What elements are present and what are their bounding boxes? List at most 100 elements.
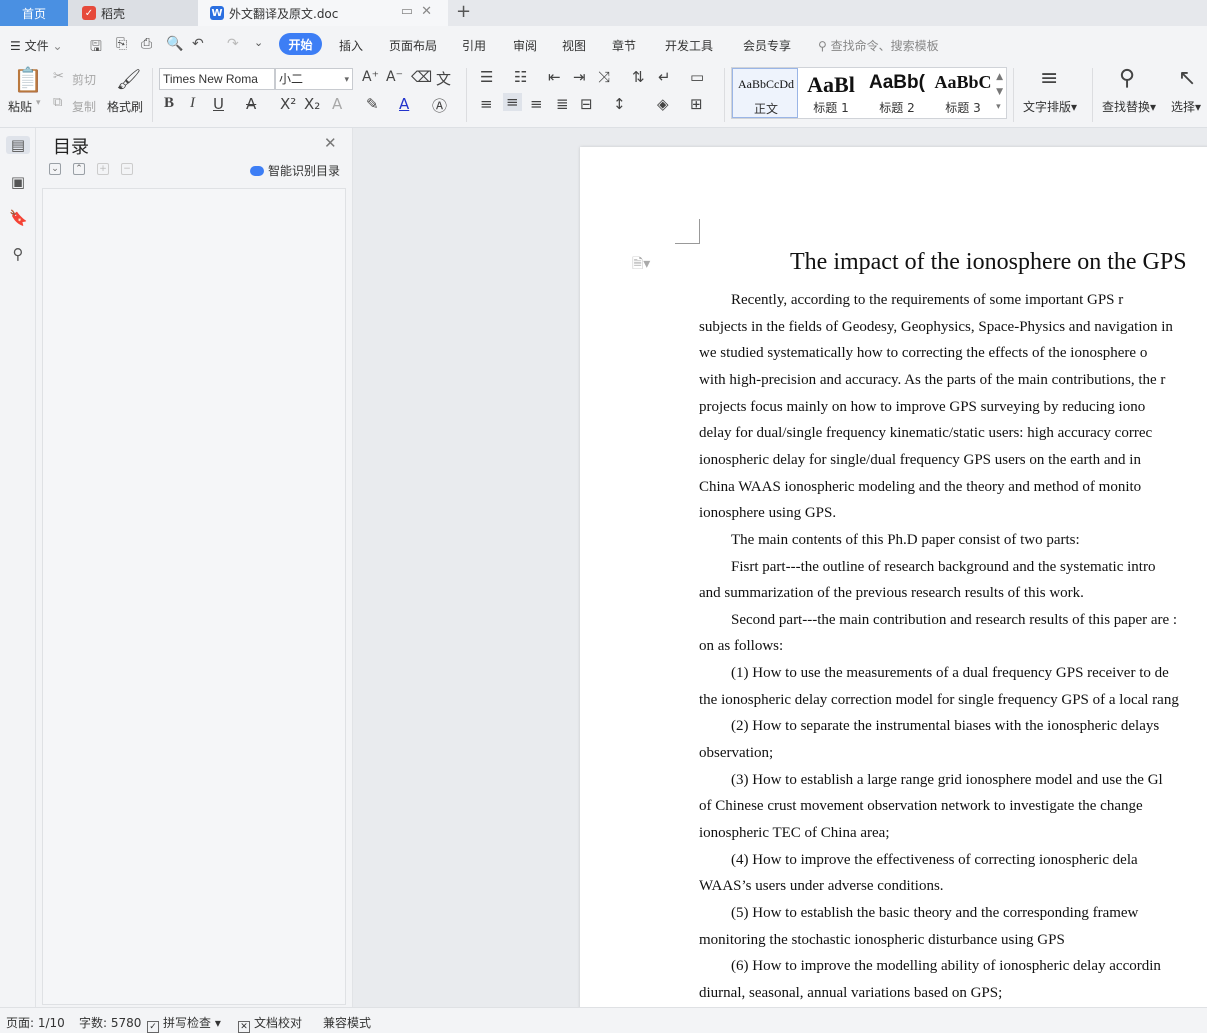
copy-button[interactable]: 复制 [72, 98, 96, 115]
document-line[interactable]: (6) How to improve the modelling ability… [731, 958, 1161, 975]
save-icon[interactable]: 🖫 [90, 36, 102, 60]
add-heading-icon[interactable]: + [97, 163, 109, 175]
print-preview-icon[interactable]: 🔍 [166, 36, 183, 52]
shrink-font-icon[interactable]: A⁻ [386, 69, 403, 85]
doc-proofread-button[interactable]: ✕ 文档校对 [238, 1014, 302, 1033]
document-line[interactable]: WAAS’s users under adverse conditions. [699, 878, 944, 895]
align-right-icon[interactable]: ≡ [530, 95, 543, 113]
font-size-select[interactable]: 小二 ▾ [275, 68, 353, 90]
bookmark-icon[interactable]: 🔖 [9, 209, 28, 227]
document-line[interactable]: observation; [699, 745, 773, 762]
shading-icon[interactable]: ◈ [657, 95, 669, 113]
toc-panel-icon[interactable]: ▤ [6, 136, 30, 154]
text-effect-icon[interactable]: A [332, 95, 342, 113]
document-line[interactable]: Recently, according to the requirements … [731, 292, 1123, 309]
document-page[interactable]: 🗎▾ The impact of the ionosphere on the G… [580, 147, 1207, 1007]
grow-font-icon[interactable]: A⁺ [362, 69, 379, 85]
font-name-select[interactable]: Times New Roma [159, 68, 275, 90]
word-count[interactable]: 字数: 5780 [79, 1014, 141, 1031]
find-replace-button[interactable]: 查找替换▾ [1102, 98, 1156, 115]
font-color-icon[interactable]: A [399, 95, 409, 113]
decrease-indent-icon[interactable]: ⇤ [548, 68, 561, 86]
document-line[interactable]: ionospheric delay for single/dual freque… [699, 452, 1141, 469]
pin-icon[interactable]: ▭ [401, 4, 421, 19]
italic-icon[interactable]: I [190, 95, 195, 112]
underline-icon[interactable]: U [213, 95, 224, 113]
format-painter-button[interactable]: 格式刷 [107, 98, 143, 115]
document-line[interactable]: Second part---the main contribution and … [731, 612, 1177, 629]
paste-button[interactable]: 粘贴 [8, 98, 32, 115]
chinese-layout-icon[interactable]: ⤨ [598, 68, 610, 86]
cut-button[interactable]: 剪切 [72, 71, 96, 88]
document-line[interactable]: we studied systematically how to correct… [699, 345, 1147, 362]
distributed-icon[interactable]: ⊟ [580, 95, 593, 113]
navigation-icon[interactable]: ▣ [9, 173, 27, 191]
paragraph-menu-icon[interactable]: 🗎▾ [632, 253, 650, 277]
tab-references[interactable]: 引用 [462, 37, 486, 54]
select-button[interactable]: 选择▾ [1171, 98, 1201, 115]
qat-more-icon[interactable]: ⌄ [254, 36, 263, 49]
increase-indent-icon[interactable]: ⇥ [573, 68, 586, 86]
text-layout-button[interactable]: 文字排版▾ [1023, 98, 1077, 115]
tab-view[interactable]: 视图 [562, 37, 586, 54]
document-line[interactable]: with high-precision and accuracy. As the… [699, 372, 1165, 389]
ruler-icon[interactable]: ▭ [690, 68, 704, 86]
new-tab-button[interactable]: + [456, 1, 471, 22]
smart-toc-button[interactable]: 智能识别目录 [250, 162, 340, 179]
document-canvas[interactable]: 🗎▾ The impact of the ionosphere on the G… [353, 128, 1207, 1007]
numbered-list-icon[interactable]: ☷ [514, 68, 527, 86]
redo-icon[interactable]: ↷ [227, 36, 239, 52]
show-marks-icon[interactable]: ↵ [658, 68, 671, 86]
document-line[interactable]: and summarization of the previous resear… [699, 585, 1084, 602]
strikethrough-icon[interactable]: A [246, 95, 256, 113]
document-line[interactable]: on as follows: [699, 638, 783, 655]
tab-daoke[interactable]: ✓ 稻壳 [68, 0, 198, 26]
document-line[interactable]: (5) How to establish the basic theory an… [731, 905, 1138, 922]
subscript-icon[interactable]: X₂ [304, 95, 320, 113]
undo-icon[interactable]: ↶ [192, 36, 204, 52]
tab-insert[interactable]: 插入 [339, 37, 363, 54]
document-line[interactable]: (4) How to improve the effectiveness of … [731, 852, 1138, 869]
document-line[interactable]: (3) How to establish a large range grid … [731, 772, 1163, 789]
tab-home[interactable]: 首页 [0, 0, 68, 26]
paste-dropdown-icon[interactable]: ▾ [36, 98, 41, 108]
tab-member[interactable]: 会员专享 [743, 37, 791, 54]
document-line[interactable]: the ionospheric delay correction model f… [699, 692, 1179, 709]
tab-review[interactable]: 审阅 [513, 37, 537, 54]
style-heading-1[interactable]: AaBl 标题 1 [798, 68, 864, 118]
print-icon[interactable]: ⎙ [141, 36, 152, 52]
bold-icon[interactable]: B [164, 95, 174, 112]
command-search[interactable]: ⚲ 查找命令、搜索模板 [818, 37, 939, 54]
sort-icon[interactable]: ⇅ [632, 68, 645, 86]
style-heading-3[interactable]: AaBbC 标题 3 [930, 68, 996, 118]
document-title[interactable]: The impact of the ionosphere on the GPS [790, 249, 1187, 276]
document-line[interactable]: subjects in the fields of Geodesy, Geoph… [699, 319, 1173, 336]
bullet-list-icon[interactable]: ☰ [480, 68, 493, 86]
expand-all-icon[interactable]: ⌃ [73, 163, 85, 175]
document-line[interactable]: China WAAS ionospheric modeling and the … [699, 479, 1141, 496]
borders-icon[interactable]: ⊞ [690, 95, 703, 113]
search-icon[interactable]: ⚲ [9, 245, 27, 263]
line-spacing-icon[interactable]: ↕ [613, 95, 626, 113]
clear-format-icon[interactable]: ⌫ [411, 68, 432, 86]
char-border-icon[interactable]: Ⓐ [432, 95, 447, 116]
document-line[interactable]: monitoring the stochastic ionospheric di… [699, 932, 1065, 949]
document-line[interactable]: (1) How to use the measurements of a dua… [731, 665, 1169, 682]
justify-icon[interactable]: ≣ [556, 95, 569, 113]
align-left-icon[interactable]: ≡ [480, 95, 493, 113]
document-line[interactable]: diurnal, seasonal, annual variations bas… [699, 985, 1002, 1002]
align-center-icon[interactable]: ≡ [503, 93, 522, 111]
tab-section[interactable]: 章节 [612, 37, 636, 54]
superscript-icon[interactable]: X² [280, 95, 296, 113]
document-line[interactable]: The main contents of this Ph.D paper con… [731, 532, 1080, 549]
tab-developer[interactable]: 开发工具 [665, 37, 713, 54]
export-pdf-icon[interactable]: ⎘ [116, 36, 127, 52]
document-line[interactable]: of Chinese crust movement observation ne… [699, 798, 1143, 815]
document-line[interactable]: Fisrt part---the outline of research bac… [731, 559, 1155, 576]
document-line[interactable]: (2) How to separate the instrumental bia… [731, 718, 1159, 735]
close-icon[interactable]: ✕ [324, 134, 337, 152]
document-line[interactable]: ionospheric TEC of China area; [699, 825, 890, 842]
highlight-icon[interactable]: ✎ [366, 95, 379, 113]
spell-check-toggle[interactable]: ✓ 拼写检查 ▾ [147, 1014, 221, 1033]
paste-icon[interactable]: 📋 [13, 66, 43, 94]
